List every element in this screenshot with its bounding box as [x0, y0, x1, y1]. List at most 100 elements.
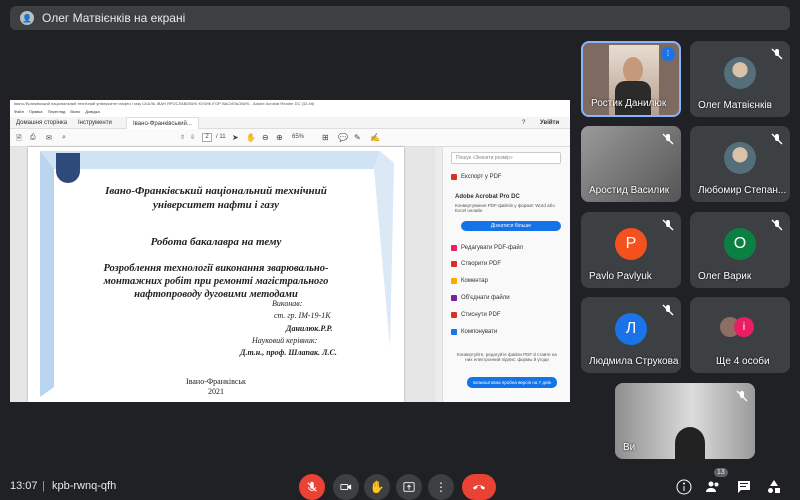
separator: | [42, 480, 45, 492]
participant-tile[interactable]: Любомир Степан... [690, 126, 790, 202]
more-participants-tile[interactable]: і Ще 4 особи [690, 297, 790, 373]
tab-tools: Інструменти [78, 120, 112, 126]
edit-pdf-icon [451, 245, 457, 251]
participant-tile[interactable]: ⁞ Ростик Данилюк [581, 41, 681, 117]
mic-off-icon [736, 390, 748, 402]
mic-toggle-button[interactable] [299, 474, 325, 500]
participant-name: Любомир Степан... [698, 185, 787, 196]
promo-button: Дізнатися більше [461, 221, 561, 231]
meeting-controls-bar: 13:07 | kpb-rwnq-qfh ✋ ⋮ 13 [0, 458, 800, 500]
pdf-window-title: Івано-Франківський національний технічни… [10, 100, 570, 108]
participant-avatar: О [724, 228, 756, 260]
tool-item: Компонувати [451, 329, 497, 335]
pdf-scrollbar [435, 147, 442, 402]
print-icon: ⎙ [30, 134, 36, 141]
tool-label: Стиснути PDF [461, 312, 501, 318]
pen-icon: ✎ [354, 133, 361, 142]
camera-toggle-button[interactable] [333, 474, 359, 500]
topic-line-3: нафтопроводу дуговими методами [134, 289, 298, 300]
create-pdf-icon [451, 261, 457, 267]
participant-tile[interactable]: P Pavlo Pavlyuk [581, 212, 681, 288]
presenter-avatar: 👤 [20, 11, 34, 25]
shared-screen: Івано-Франківський національний технічни… [10, 100, 570, 402]
tool-label: Коментар [461, 278, 488, 284]
camera-icon [340, 484, 352, 490]
hang-up-icon [472, 485, 486, 490]
participant-name: Олег Варик [698, 271, 752, 282]
fit-icon: ⊞ [322, 133, 329, 142]
mic-off-icon [662, 219, 674, 231]
tool-label: Об'єднати файли [461, 295, 510, 301]
pdf-menu: Файл Правка Перегляд Вікно Довідка [10, 108, 570, 116]
tools-footer-text: Конвертуйте, редагуйте файли PDF й ставт… [457, 352, 557, 362]
people-icon [706, 481, 719, 492]
tool-item: Редагувати PDF-файл [451, 245, 523, 251]
comment-icon: 💬 [338, 133, 348, 142]
pdf-document-area: Івано-Франківський національний технічни… [10, 147, 435, 402]
save-icon: 🗎 [16, 135, 22, 142]
student-name: Данилюк.Р.Р. [286, 324, 333, 333]
help-icon: ? [522, 120, 526, 126]
topic-line-1: Розроблення технології виконання зварюва… [103, 263, 329, 274]
next-page-icon: ⇩ [190, 135, 196, 141]
participant-name: Людмила Струкова [589, 356, 679, 367]
sign-icon: ✍ [370, 133, 380, 142]
mic-off-icon [771, 133, 783, 145]
zoom-out-icon: ⊖ [262, 133, 269, 142]
work-type: Робота бакалавра на тему [150, 236, 282, 248]
speaking-icon: ⁞ [661, 47, 675, 61]
prev-page-icon: ⇧ [180, 135, 186, 141]
participant-avatar [724, 57, 756, 89]
tool-item: Об'єднати файли [451, 295, 510, 301]
page-total: / 11 [216, 134, 226, 140]
participant-avatar: Л [615, 313, 647, 345]
participant-tile[interactable]: Олег Матвієнків [690, 41, 790, 117]
cursor-icon: ➤ [232, 133, 239, 142]
supervisor-label: Науковий керівник: [252, 336, 318, 345]
tools-search-input: Пошук «Змінити розмір» [451, 152, 561, 164]
mic-off-icon [771, 48, 783, 60]
leave-call-button[interactable] [462, 474, 496, 500]
clock: 13:07 [10, 480, 38, 492]
present-button[interactable] [396, 474, 422, 500]
tool-item: Створити PDF [451, 261, 501, 267]
year: 2021 [208, 387, 224, 396]
meeting-code: kpb-rwnq-qfh [52, 480, 117, 492]
participant-tile[interactable]: Аростид Василик [581, 126, 681, 202]
pdf-page: Івано-Франківський національний технічни… [28, 147, 404, 402]
self-silhouette [675, 427, 705, 459]
mail-icon: ✉ [46, 135, 52, 142]
university-line-1: Івано-Франківський національний технічни… [105, 185, 327, 197]
tool-label: Компонувати [461, 329, 498, 335]
participant-name: Pavlo Pavlyuk [589, 271, 652, 282]
participant-face [623, 57, 643, 83]
mic-off-icon [662, 304, 674, 316]
mic-off-icon [662, 133, 674, 145]
more-options-button[interactable]: ⋮ [428, 474, 454, 500]
activities-icon[interactable] [766, 479, 782, 495]
group-label: ст. гр. ІМ-19-1К [274, 311, 331, 320]
chat-icon[interactable] [736, 479, 752, 495]
participant-name: Олег Матвієнків [698, 100, 772, 111]
more-vert-icon: ⋮ [435, 480, 447, 494]
comment-tool-icon [451, 278, 457, 284]
info-icon[interactable] [676, 479, 692, 495]
promo-title: Adobe Acrobat Pro DC [455, 194, 520, 200]
export-pdf-item: Експорт у PDF [451, 174, 502, 180]
participant-tile[interactable]: О Олег Варик [690, 212, 790, 288]
people-button[interactable]: 13 [705, 468, 728, 495]
trial-button: Безкоштовна пробна версія на 7 днів [467, 377, 557, 388]
export-label: Експорт у PDF [461, 174, 502, 180]
tab-home: Домашня сторінка [16, 120, 68, 126]
promo-text: Конвертування PDF-файлів у формат Word а… [455, 203, 555, 213]
participant-name: Аростид Василик [589, 185, 670, 196]
raise-hand-button[interactable]: ✋ [364, 474, 390, 500]
participant-avatar: P [615, 228, 647, 260]
self-tile[interactable]: Ви [615, 383, 755, 459]
tool-item: Стиснути PDF [451, 312, 501, 318]
combine-icon [451, 295, 457, 301]
more-participants-label: Ще 4 особи [716, 356, 770, 367]
university-line-2: університет нафти і газу [152, 199, 280, 211]
presentation-bar[interactable]: 👤 Олег Матвієнків на екрані [10, 6, 790, 30]
participant-tile[interactable]: Л Людмила Струкова [581, 297, 681, 373]
